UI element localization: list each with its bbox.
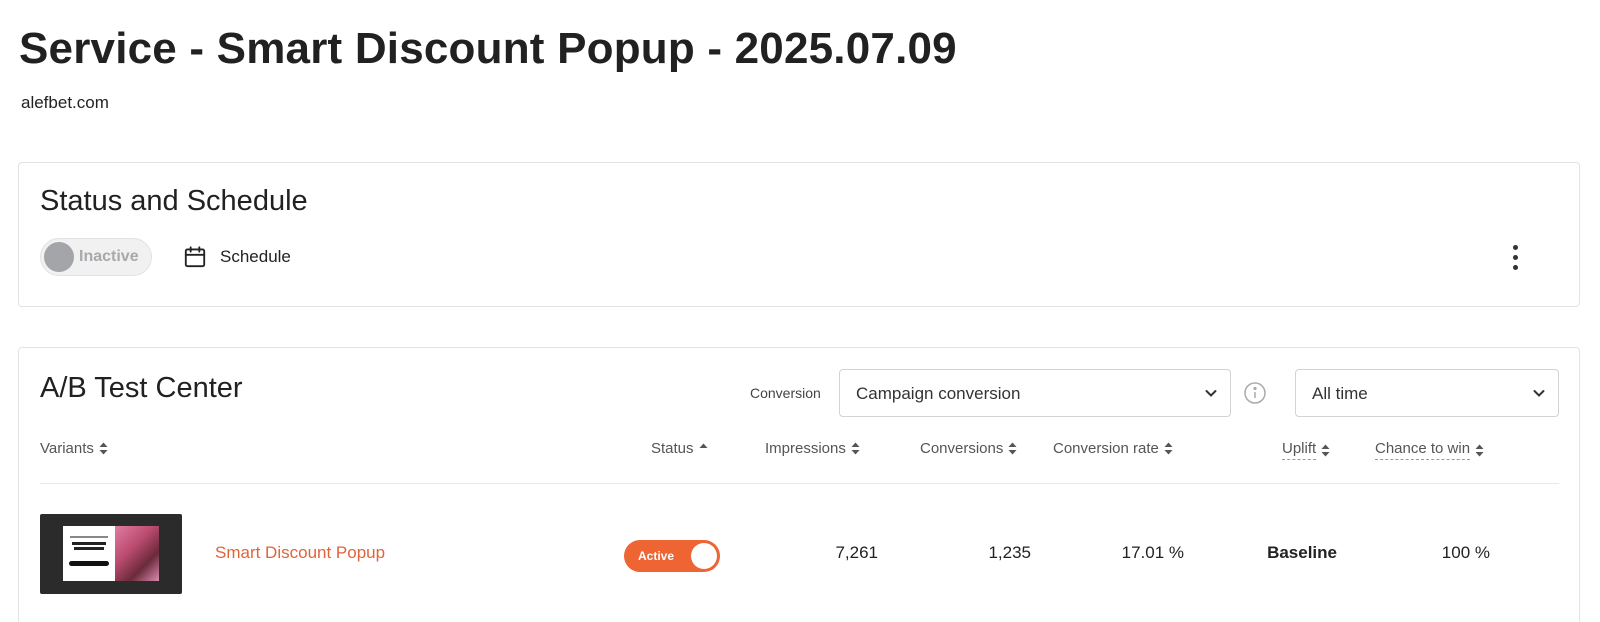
uplift-value: Baseline [1267,543,1337,562]
toggle-knob [691,543,717,569]
page-title: Service - Smart Discount Popup - 2025.07… [19,24,957,73]
ab-card-title: A/B Test Center [40,372,243,404]
column-header-conversions[interactable]: Conversions [920,440,1017,457]
column-header-conversion-rate[interactable]: Conversion rate [1053,440,1173,457]
sort-icon [1008,442,1017,455]
sort-icon [99,442,108,455]
toggle-label: Inactive [79,248,139,265]
calendar-icon [184,246,206,268]
toggle-knob [44,242,74,272]
chevron-down-icon [1533,390,1545,397]
ab-test-center-card: A/B Test Center Conversion Campaign conv… [18,347,1580,622]
conversion-label: Conversion [750,385,821,401]
schedule-label: Schedule [220,247,291,266]
sort-icon [1164,442,1173,455]
conversion-select-value: Campaign conversion [856,384,1021,403]
schedule-button[interactable]: Schedule [182,243,291,271]
impressions-value: 7,261 [835,543,878,562]
conversion-rate-value: 17.01 % [1121,543,1184,562]
column-header-uplift[interactable]: Uplift [1282,440,1330,460]
variant-status-toggle[interactable]: Active [624,540,720,572]
sort-icon [1475,444,1484,456]
column-header-chance-to-win[interactable]: Chance to win [1375,440,1484,460]
sort-icon [851,442,860,455]
variant-status-label: Active [638,549,675,563]
sort-asc-icon [699,443,708,448]
campaign-status-toggle[interactable]: Inactive [40,238,152,276]
status-schedule-card: Status and Schedule Inactive Schedule [18,162,1580,307]
chevron-down-icon [1205,390,1217,397]
info-icon[interactable] [1243,381,1267,405]
variant-name-link[interactable]: Smart Discount Popup [215,543,385,563]
site-domain: alefbet.com [21,93,109,112]
chance-to-win-value: 100 % [1441,543,1490,562]
more-vertical-icon[interactable] [1505,242,1525,272]
column-header-impressions[interactable]: Impressions [765,440,860,457]
time-range-select[interactable]: All time [1295,369,1559,417]
conversion-select[interactable]: Campaign conversion [839,369,1231,417]
column-header-status[interactable]: Status [651,440,708,457]
conversions-value: 1,235 [988,543,1031,562]
time-range-value: All time [1312,384,1368,403]
column-header-variants[interactable]: Variants [40,440,108,457]
table-divider [40,483,1559,484]
status-card-title: Status and Schedule [40,185,308,217]
sort-icon [1321,444,1330,456]
variant-thumbnail[interactable] [40,514,182,594]
